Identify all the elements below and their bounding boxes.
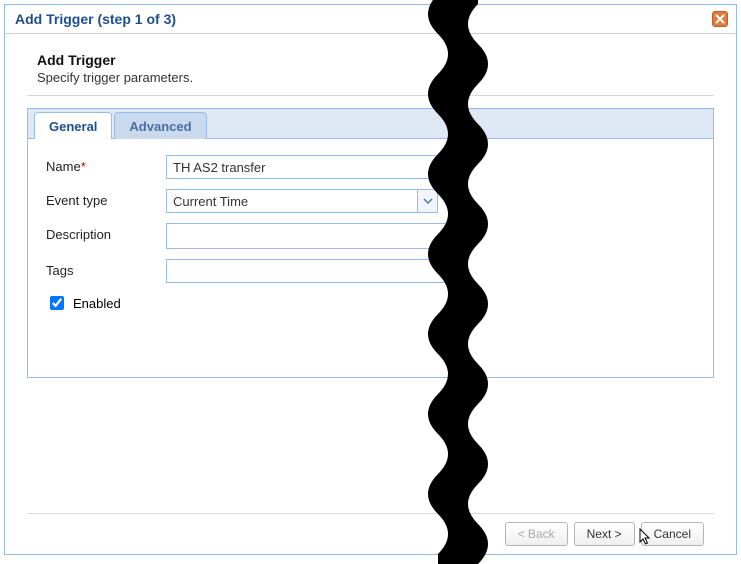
tab-body-general: Name* Event type Current Time (28, 139, 713, 377)
tab-advanced[interactable]: Advanced (114, 112, 206, 139)
close-icon (715, 12, 725, 27)
close-button[interactable] (712, 11, 728, 27)
event-type-help-button[interactable]: ? (448, 193, 464, 209)
wizard-title: Add Trigger (37, 52, 704, 68)
tab-panel: General Advanced Name* Event type (27, 108, 714, 378)
tab-advanced-label: Advanced (129, 119, 191, 134)
tab-strip: General Advanced (28, 109, 713, 139)
label-event-type: Event type (46, 189, 166, 208)
dialog-footer: < Back Next > Cancel (27, 513, 714, 554)
wizard-header: Add Trigger Specify trigger parameters. (27, 48, 714, 96)
tab-general[interactable]: General (34, 112, 112, 139)
row-name: Name* (46, 155, 695, 179)
chevron-down-icon (423, 194, 433, 209)
cancel-button[interactable]: Cancel (641, 522, 704, 546)
dialog-content: Add Trigger Specify trigger parameters. … (5, 34, 736, 554)
row-enabled: Enabled (46, 293, 695, 313)
back-button: < Back (505, 522, 568, 546)
titlebar: Add Trigger (step 1 of 3) (5, 5, 736, 34)
description-input[interactable] (166, 223, 456, 249)
wizard-subtitle: Specify trigger parameters. (37, 70, 704, 85)
event-type-dropdown-trigger[interactable] (417, 190, 437, 212)
row-event-type: Event type Current Time ? (46, 189, 695, 213)
help-icon: ? (453, 195, 460, 207)
label-description: Description (46, 223, 166, 242)
next-button[interactable]: Next > (574, 522, 635, 546)
label-tags: Tags (46, 259, 166, 278)
tags-input[interactable] (166, 259, 456, 283)
row-description: Description (46, 223, 695, 249)
event-type-select[interactable]: Current Time (166, 189, 438, 213)
label-name: Name* (46, 155, 166, 174)
enabled-checkbox[interactable] (50, 296, 64, 310)
dialog-window: Add Trigger (step 1 of 3) Add Trigger Sp… (4, 4, 737, 555)
required-asterisk: * (81, 159, 86, 174)
dialog-title: Add Trigger (step 1 of 3) (15, 11, 176, 27)
event-type-value: Current Time (167, 190, 417, 212)
row-tags: Tags (46, 259, 695, 283)
name-input[interactable] (166, 155, 456, 179)
label-enabled: Enabled (73, 296, 121, 311)
tab-general-label: General (49, 119, 97, 134)
